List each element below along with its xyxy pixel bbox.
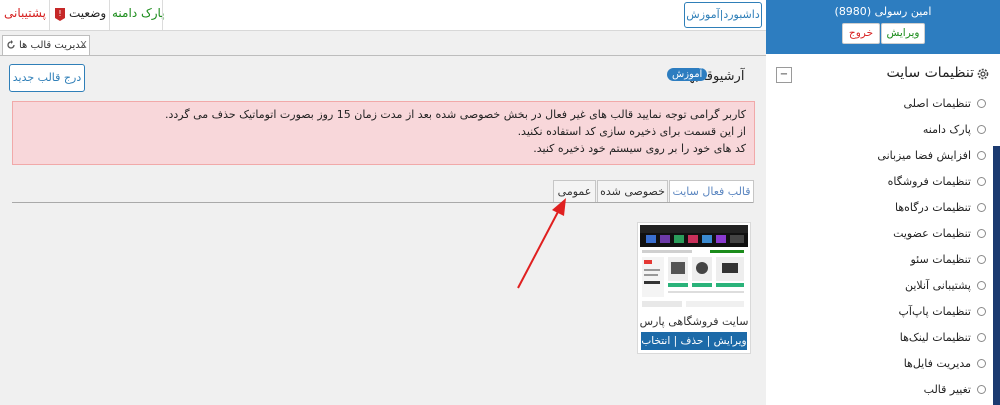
gear-icon [977, 68, 989, 80]
sidebar-item-label: تنظیمات فروشگاه [887, 174, 971, 188]
user-panel: امین رسولی (8980) ویرایش خروج [766, 0, 1000, 54]
tutorial-badge[interactable]: آموزش [667, 68, 708, 81]
sidebar-item-label: تغییر قالب [923, 382, 971, 396]
dashboard-button[interactable]: داشبورد|آموزش [684, 2, 762, 28]
support-link[interactable]: پشتیبانی [4, 6, 46, 20]
radio-icon [977, 384, 986, 394]
tab-baseline [12, 202, 753, 203]
sidebar-item-label: مدیریت فایل‌ها [903, 356, 971, 370]
sidebar-item-main-settings[interactable]: تنظیمات اصلی [903, 95, 986, 111]
collapse-toggle[interactable]: − [776, 67, 792, 83]
top-divider [162, 0, 163, 30]
top-divider [109, 0, 110, 30]
sidebar-item-label: تنظیمات درگاه‌ها [894, 200, 971, 214]
sidebar-item-domain-park[interactable]: پارک دامنه [923, 121, 986, 137]
alert-line: از این قسمت برای ذخیره سازی کد استفاده ن… [517, 125, 746, 138]
radio-icon [977, 332, 986, 342]
annotation-arrow-icon [517, 198, 566, 289]
radio-icon [977, 306, 986, 316]
sidebar-item-change-template[interactable]: تغییر قالب [924, 381, 986, 397]
sidebar-title: تنظیمات سایت [886, 65, 974, 81]
document-tab-label: مدیریت قالب ها [19, 40, 86, 51]
sidebar-item-label: تنظیمات سئو [910, 252, 971, 266]
sidebar-item-label: تنظیمات اصلی [903, 96, 972, 110]
sidebar-item-hosting-space[interactable]: افزایش فضا میزبانی [877, 147, 986, 163]
sidebar: امین رسولی (8980) ویرایش خروج − تنظیمات … [766, 0, 1000, 405]
alert-line: کد های خود را بر روی سیستم خود ذخیره کنی… [533, 142, 746, 155]
radio-icon [977, 202, 986, 212]
template-thumbnail[interactable] [640, 225, 748, 311]
document-tab[interactable]: مدیریت قالب ها X [2, 35, 90, 55]
radio-icon [977, 98, 986, 108]
sidebar-item-label: پارک دامنه [922, 122, 971, 136]
sidebar-item-seo-settings[interactable]: تنظیمات سئو [910, 251, 986, 267]
sidebar-item-gateway-settings[interactable]: تنظیمات درگاه‌ها [895, 199, 986, 215]
template-card[interactable]: سایت فروشگاهی پارس ویرایش | حذف | انتخاب [637, 222, 751, 354]
logout-button[interactable]: خروج [842, 23, 880, 44]
status-alert-icon[interactable]: ! [52, 6, 68, 22]
refresh-icon[interactable] [6, 40, 16, 50]
radio-icon [977, 254, 986, 264]
tab-active-template[interactable]: قالب فعال سایت [669, 180, 754, 203]
user-name: امین رسولی (8980) [834, 5, 932, 18]
domain-park-link[interactable]: پارک دامنه [112, 6, 165, 20]
edit-profile-button[interactable]: ویرایش [881, 23, 925, 44]
new-template-button[interactable]: درج قالب جدید [9, 64, 85, 92]
document-tab-strip: مدیریت قالب ها X [0, 31, 766, 56]
sidebar-scrollbar[interactable] [993, 146, 1000, 405]
alert-line: کاربر گرامی توجه نمایید قالب های غیر فعا… [165, 108, 746, 121]
template-card-title: سایت فروشگاهی پارس [639, 315, 749, 328]
top-bar: پشتیبانی ! وضعیت پارک دامنه داشبورد|آموز… [0, 0, 766, 31]
sidebar-item-label: افزایش فضا میزبانی [877, 148, 971, 162]
radio-icon [977, 358, 986, 368]
sidebar-item-label: تنظیمات لینک‌ها [899, 330, 971, 344]
status-link[interactable]: وضعیت [69, 6, 106, 20]
radio-icon [977, 228, 986, 238]
top-divider [49, 0, 50, 30]
radio-icon [977, 124, 986, 134]
close-icon[interactable]: X [80, 36, 87, 55]
main-content: درج قالب جدید آرشیوقالبها آموزش کاربر گر… [0, 56, 766, 405]
sidebar-item-shop-settings[interactable]: تنظیمات فروشگاه [888, 173, 986, 189]
sidebar-item-popup-settings[interactable]: تنظیمات پاپ‌آپ [899, 303, 986, 319]
sidebar-item-membership-settings[interactable]: تنظیمات عضویت [893, 225, 986, 241]
sidebar-item-file-manager[interactable]: مدیریت فایل‌ها [904, 355, 986, 371]
template-card-actions[interactable]: ویرایش | حذف | انتخاب [641, 332, 747, 350]
radio-icon [977, 176, 986, 186]
sidebar-item-label: تنظیمات پاپ‌آپ [898, 304, 971, 318]
svg-text:!: ! [58, 9, 61, 18]
sidebar-item-online-support[interactable]: پشتیبانی آنلاین [905, 277, 986, 293]
tab-private[interactable]: خصوصی شده [597, 180, 668, 203]
warning-alert: کاربر گرامی توجه نمایید قالب های غیر فعا… [12, 101, 755, 165]
radio-icon [977, 150, 986, 160]
sidebar-item-label: پشتیبانی آنلاین [904, 278, 971, 292]
sidebar-item-link-settings[interactable]: تنظیمات لینک‌ها [900, 329, 986, 345]
sidebar-item-label: تنظیمات عضویت [893, 226, 971, 240]
radio-icon [977, 280, 986, 290]
